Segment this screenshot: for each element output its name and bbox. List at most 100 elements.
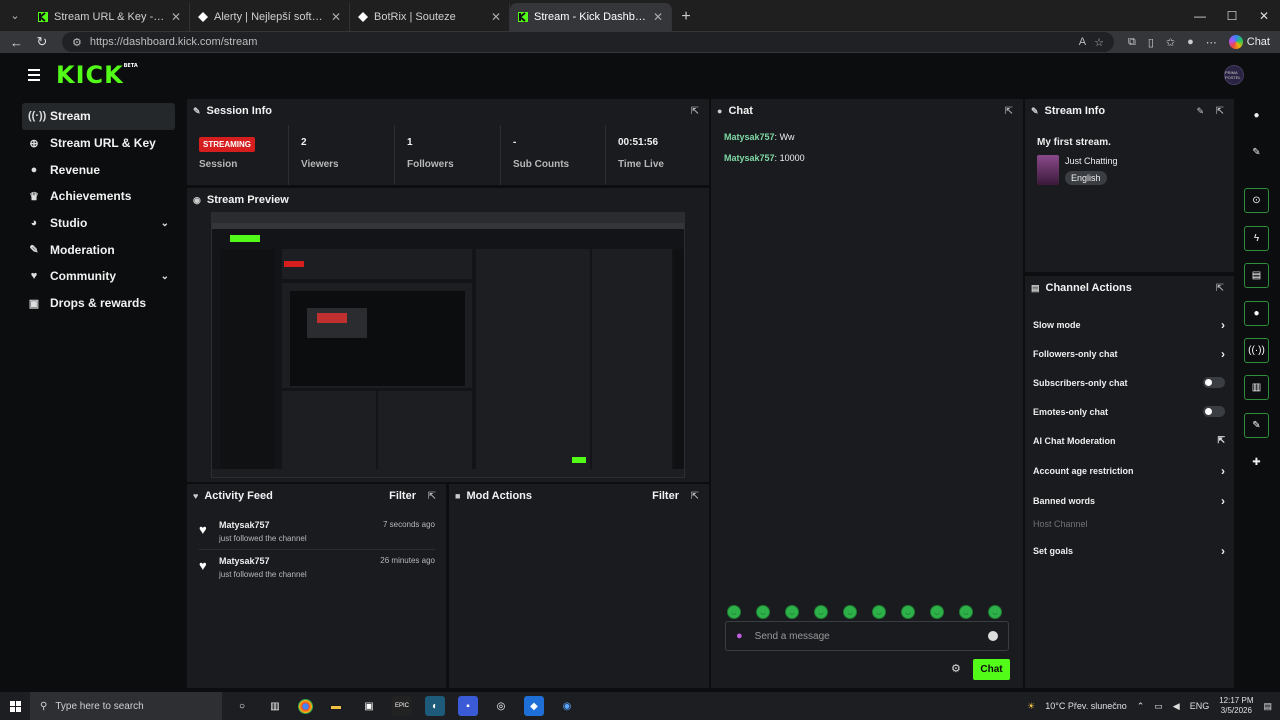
taskbar-search-input[interactable]: ⚲ Type here to search bbox=[30, 692, 222, 720]
action-slow-mode[interactable]: Slow mode › bbox=[1033, 318, 1225, 332]
browser-tab-alerty[interactable]: Alerty | Nejlepší software pro vylep ✕ bbox=[190, 3, 350, 31]
tray-chevron-icon[interactable]: ⌃ bbox=[1137, 701, 1145, 712]
menu-icon[interactable] bbox=[28, 69, 40, 81]
favorite-star-icon[interactable]: ☆ bbox=[1094, 36, 1104, 49]
notes-icon[interactable]: ▤ bbox=[1244, 263, 1269, 288]
chat-bubble-icon[interactable]: ● bbox=[1244, 301, 1269, 326]
reload-icon[interactable]: ↻ bbox=[36, 34, 48, 50]
maximize-icon[interactable]: ☐ bbox=[1216, 0, 1248, 31]
emote-icon[interactable]: ◡ bbox=[988, 605, 1002, 619]
feed-user[interactable]: Matysak757 bbox=[219, 520, 270, 530]
emoji-picker-icon[interactable] bbox=[988, 631, 998, 641]
popout-icon[interactable]: ⇱ bbox=[1216, 283, 1224, 294]
obs-icon[interactable]: ◎ bbox=[491, 696, 511, 716]
task-view-icon[interactable]: ▥ bbox=[265, 696, 285, 716]
sidebar-item-stream[interactable]: ((·)) Stream bbox=[22, 103, 175, 130]
sidebar-item-achievements[interactable]: ♛ Achievements bbox=[22, 183, 175, 210]
emote-icon[interactable]: ◡ bbox=[843, 605, 857, 619]
edit-pencil-icon[interactable]: ✎ bbox=[1196, 106, 1204, 117]
chat-send-button[interactable]: Chat bbox=[973, 659, 1010, 680]
notifications-icon[interactable]: ▤ bbox=[1263, 701, 1272, 712]
popout-icon[interactable]: ⇱ bbox=[428, 491, 436, 502]
sidebar-item-revenue[interactable]: ● Revenue bbox=[22, 156, 175, 183]
chrome-icon[interactable] bbox=[298, 698, 313, 714]
browser-tab-botrix[interactable]: BotRix | Souteze ✕ bbox=[350, 3, 510, 31]
more-menu-icon[interactable]: ⋯ bbox=[1206, 36, 1217, 49]
volume-icon[interactable]: ◀ bbox=[1173, 701, 1180, 712]
action-banned-words[interactable]: Banned words › bbox=[1033, 494, 1225, 508]
browser-tab-stream-url[interactable]: Stream URL & Key - Kick Dashboa ✕ bbox=[30, 3, 190, 31]
tab-close-icon[interactable]: ✕ bbox=[491, 10, 501, 24]
tab-search-icon[interactable]: ⌄ bbox=[0, 0, 30, 31]
new-tab-button[interactable]: + bbox=[672, 3, 700, 31]
app-icon[interactable]: ◉ bbox=[557, 696, 577, 716]
close-window-icon[interactable]: ✕ bbox=[1248, 0, 1280, 31]
raid-target-icon[interactable]: ⊙ bbox=[1244, 188, 1269, 213]
weather-icon[interactable]: ☀ bbox=[1027, 701, 1035, 712]
chat-settings-gear-icon[interactable]: ⚙ bbox=[951, 662, 961, 675]
emotes-only-toggle[interactable] bbox=[1203, 406, 1225, 417]
app-icon[interactable]: ◆ bbox=[524, 696, 544, 716]
emote-icon[interactable]: ◡ bbox=[959, 605, 973, 619]
subscribers-only-toggle[interactable] bbox=[1203, 377, 1225, 388]
weather-text[interactable]: 10°C Přev. slunečno bbox=[1045, 701, 1126, 711]
popout-icon[interactable]: ⇱ bbox=[1005, 106, 1013, 117]
popout-icon[interactable]: ⇱ bbox=[1216, 106, 1224, 117]
popout-icon[interactable]: ⇱ bbox=[691, 106, 699, 117]
emote-icon[interactable]: ◡ bbox=[727, 605, 741, 619]
profile-icon[interactable]: ● bbox=[1187, 36, 1194, 48]
sidebar-item-community[interactable]: ♥ Community ⌄ bbox=[22, 263, 175, 290]
emote-icon[interactable]: ◡ bbox=[901, 605, 915, 619]
epic-games-icon[interactable]: EPIC bbox=[392, 696, 412, 716]
info-icon[interactable]: ● bbox=[1244, 103, 1269, 128]
add-widget-icon[interactable]: ✚ bbox=[1244, 450, 1269, 475]
avatar[interactable]: PRIMA POSTEL bbox=[1224, 65, 1244, 85]
emote-icon[interactable]: ◡ bbox=[930, 605, 944, 619]
minimize-icon[interactable]: — bbox=[1184, 0, 1216, 31]
browser-tab-stream-dashboard[interactable]: Stream - Kick Dashboard ✕ bbox=[510, 3, 672, 31]
microphone-icon[interactable]: ● bbox=[736, 630, 743, 642]
emote-icon[interactable]: ◡ bbox=[814, 605, 828, 619]
input-language[interactable]: ENG bbox=[1190, 701, 1210, 711]
sidebar-item-moderation[interactable]: ✎ Moderation bbox=[22, 236, 175, 263]
tab-close-icon[interactable]: ✕ bbox=[331, 10, 341, 24]
site-info-icon[interactable]: ⚙ bbox=[72, 36, 82, 49]
layout-icon[interactable]: ▥ bbox=[1244, 375, 1269, 400]
wrench-icon[interactable]: ✎ bbox=[1244, 413, 1269, 438]
stream-preview-video[interactable] bbox=[211, 212, 685, 478]
file-explorer-icon[interactable]: ▬ bbox=[326, 696, 346, 716]
url-field[interactable]: ⚙ https://dashboard.kick.com/stream A ☆ bbox=[62, 32, 1114, 52]
popout-icon[interactable]: ⇱ bbox=[691, 491, 699, 502]
sidebar-item-stream-url[interactable]: ⊕ Stream URL & Key bbox=[22, 130, 175, 157]
chat-message-input[interactable]: ● Send a message bbox=[725, 621, 1009, 651]
broadcast-icon[interactable]: ((·)) bbox=[1244, 338, 1269, 363]
sidebar-item-drops[interactable]: ▣ Drops & rewards bbox=[22, 290, 175, 317]
action-account-age[interactable]: Account age restriction › bbox=[1033, 464, 1225, 478]
clock[interactable]: 12:17 PM 3/5/2026 bbox=[1219, 696, 1253, 716]
edit-pencil-icon[interactable]: ✎ bbox=[1244, 140, 1269, 165]
sidebar-item-studio[interactable]: ◕ Studio ⌄ bbox=[22, 210, 175, 237]
back-icon[interactable]: ← bbox=[10, 35, 23, 50]
tab-close-icon[interactable]: ✕ bbox=[653, 10, 663, 24]
emote-icon[interactable]: ◡ bbox=[872, 605, 886, 619]
chat-username[interactable]: Matysak757 bbox=[724, 153, 775, 163]
store-icon[interactable]: ▣ bbox=[359, 696, 379, 716]
cortana-icon[interactable]: ○ bbox=[232, 696, 252, 716]
emote-icon[interactable]: ◡ bbox=[756, 605, 770, 619]
mod-filter-button[interactable]: Filter bbox=[652, 490, 679, 502]
copilot-chat-button[interactable]: Chat bbox=[1228, 35, 1270, 49]
favorites-icon[interactable]: ✩ bbox=[1166, 36, 1175, 49]
discord-icon[interactable]: ▪ bbox=[458, 696, 478, 716]
read-aloud-icon[interactable]: A bbox=[1079, 36, 1086, 48]
start-button[interactable] bbox=[0, 700, 30, 712]
kick-logo[interactable]: KICK BETA bbox=[56, 61, 138, 89]
action-followers-only[interactable]: Followers-only chat › bbox=[1033, 347, 1225, 361]
extensions-icon[interactable]: ⧉ bbox=[1128, 36, 1136, 49]
edge-icon[interactable]: ◐ bbox=[425, 696, 445, 716]
lightning-icon[interactable]: ϟ bbox=[1244, 226, 1269, 251]
chat-username[interactable]: Matysak757 bbox=[724, 132, 775, 142]
activity-filter-button[interactable]: Filter bbox=[389, 490, 416, 502]
feed-user[interactable]: Matysak757 bbox=[219, 556, 270, 566]
emote-icon[interactable]: ◡ bbox=[785, 605, 799, 619]
network-icon[interactable]: ▭ bbox=[1154, 701, 1163, 712]
